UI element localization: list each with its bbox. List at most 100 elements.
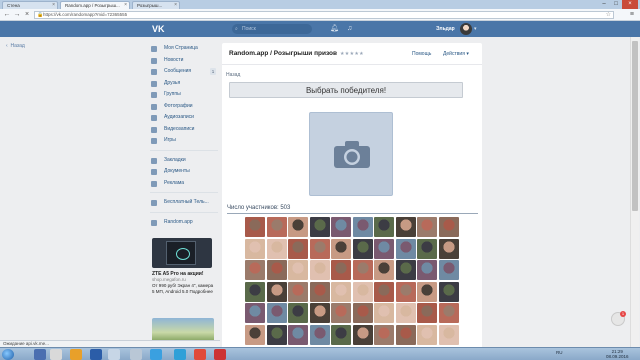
minimize-button[interactable]: – <box>598 0 610 9</box>
app-icon[interactable] <box>108 349 120 360</box>
participant-avatar[interactable] <box>266 238 287 259</box>
participant-avatar[interactable] <box>245 260 265 280</box>
participant-avatar[interactable] <box>266 260 287 280</box>
page-scrollbar[interactable] <box>630 37 639 347</box>
participant-avatar[interactable] <box>438 324 459 345</box>
notification-bubble[interactable]: 1 <box>611 311 626 326</box>
participant-avatar[interactable] <box>374 260 394 280</box>
scrollbar-thumb[interactable] <box>632 41 638 211</box>
music-icon[interactable]: ♫ <box>347 25 355 33</box>
browser-tab[interactable]: Стена × <box>2 1 58 9</box>
vk-logo[interactable]: VK <box>152 24 168 34</box>
save-icon[interactable] <box>34 349 46 360</box>
participant-avatar[interactable] <box>309 217 330 237</box>
close-icon[interactable]: × <box>124 2 127 9</box>
sidebar-item-photos[interactable]: Фотографии <box>150 101 218 113</box>
participant-avatar[interactable] <box>417 217 437 237</box>
sidebar-item-bookmarks[interactable]: Закладки <box>150 155 218 167</box>
participant-avatar[interactable] <box>395 281 416 302</box>
url-input[interactable]: 🔒 https://vk.com/randomapp?mid=72365555 … <box>34 11 614 19</box>
browser-tab-active[interactable]: Random.app / Розыгрыш... × <box>60 1 130 9</box>
sidebar-item-documents[interactable]: Документы <box>150 166 218 178</box>
participant-avatar[interactable] <box>352 324 373 345</box>
participant-avatar[interactable] <box>417 324 437 345</box>
participant-avatar[interactable] <box>352 281 373 302</box>
participant-avatar[interactable] <box>288 324 308 345</box>
browser-tab[interactable]: Розыгрыш... × <box>132 1 180 9</box>
sidebar-item-groups[interactable]: Группы <box>150 89 218 101</box>
participant-avatar[interactable] <box>288 260 308 280</box>
participant-avatar[interactable] <box>245 324 265 345</box>
sidebar-item-messages[interactable]: Сообщения 1 <box>150 66 218 78</box>
participant-avatar[interactable] <box>374 303 394 323</box>
star-icon[interactable]: ☆ <box>606 12 611 18</box>
language-indicator[interactable]: RU <box>556 350 563 355</box>
maximize-button[interactable]: □ <box>610 0 622 9</box>
app-icon[interactable] <box>130 349 142 360</box>
app-icon[interactable] <box>214 349 226 360</box>
participant-avatar[interactable] <box>331 303 351 323</box>
participant-avatar[interactable] <box>438 260 459 280</box>
close-icon[interactable]: × <box>52 2 55 9</box>
participant-avatar[interactable] <box>395 324 416 345</box>
participant-avatar[interactable] <box>374 238 394 259</box>
sidebar-item-random-app[interactable]: Random.app <box>150 217 218 229</box>
participant-avatar[interactable] <box>245 238 265 259</box>
participant-avatar[interactable] <box>395 217 416 237</box>
forward-arrow-icon[interactable]: → <box>13 11 21 19</box>
participant-avatar[interactable] <box>266 217 287 237</box>
back-link[interactable]: ‹ Назад <box>6 43 25 49</box>
user-name[interactable]: Эльдар <box>436 25 455 33</box>
participant-avatar[interactable] <box>374 324 394 345</box>
participant-avatar[interactable] <box>331 260 351 280</box>
participant-avatar[interactable] <box>266 324 287 345</box>
participant-avatar[interactable] <box>309 238 330 259</box>
sidebar-ad-image[interactable] <box>152 318 214 342</box>
participant-avatar[interactable] <box>438 217 459 237</box>
sidebar-item-video[interactable]: Видеозаписи <box>150 124 218 136</box>
help-link[interactable]: Помощь <box>412 51 431 57</box>
participant-avatar[interactable] <box>288 281 308 302</box>
app-icon[interactable] <box>150 349 162 360</box>
app-icon[interactable] <box>50 349 62 360</box>
close-icon[interactable]: × <box>174 2 177 9</box>
participant-avatar[interactable] <box>374 281 394 302</box>
search-input[interactable]: ⌕ Поиск <box>232 24 312 34</box>
clock[interactable]: 21:29 08.09.2016 <box>606 349 629 359</box>
participant-avatar[interactable] <box>417 238 437 259</box>
sidebar-item-my-page[interactable]: Моя Страница <box>150 43 218 55</box>
stop-icon[interactable]: × <box>23 11 31 19</box>
participant-avatar[interactable] <box>288 238 308 259</box>
start-button[interactable] <box>2 349 14 360</box>
participant-avatar[interactable] <box>395 303 416 323</box>
participant-avatar[interactable] <box>309 260 330 280</box>
participant-avatar[interactable] <box>288 217 308 237</box>
participant-avatar[interactable] <box>374 217 394 237</box>
participant-avatar[interactable] <box>309 281 330 302</box>
app-icon[interactable] <box>70 349 82 360</box>
participant-avatar[interactable] <box>266 281 287 302</box>
sidebar-item-games[interactable]: Игры <box>150 135 218 147</box>
back-arrow-icon[interactable]: ← <box>3 11 11 19</box>
participant-avatar[interactable] <box>395 238 416 259</box>
chevron-down-icon[interactable]: ▾ <box>474 25 477 33</box>
close-window-button[interactable]: × <box>622 0 638 9</box>
participant-avatar[interactable] <box>417 260 437 280</box>
bell-icon[interactable]: 🔔︎ <box>330 25 339 33</box>
participant-avatar[interactable] <box>438 281 459 302</box>
participant-avatar[interactable] <box>331 217 351 237</box>
sidebar-item-audio[interactable]: Аудиозаписи <box>150 112 218 124</box>
participant-avatar[interactable] <box>438 238 459 259</box>
menu-icon[interactable]: ≡ <box>630 11 634 19</box>
participant-avatar[interactable] <box>352 303 373 323</box>
participant-avatar[interactable] <box>352 238 373 259</box>
participant-avatar[interactable] <box>245 281 265 302</box>
sidebar-item-free-phone[interactable]: Бесплатный Тель... <box>150 197 218 209</box>
participant-avatar[interactable] <box>245 303 265 323</box>
participant-avatar[interactable] <box>309 303 330 323</box>
participant-avatar[interactable] <box>352 217 373 237</box>
participant-avatar[interactable] <box>331 281 351 302</box>
participant-avatar[interactable] <box>417 281 437 302</box>
participant-avatar[interactable] <box>417 303 437 323</box>
participant-avatar[interactable] <box>352 260 373 280</box>
